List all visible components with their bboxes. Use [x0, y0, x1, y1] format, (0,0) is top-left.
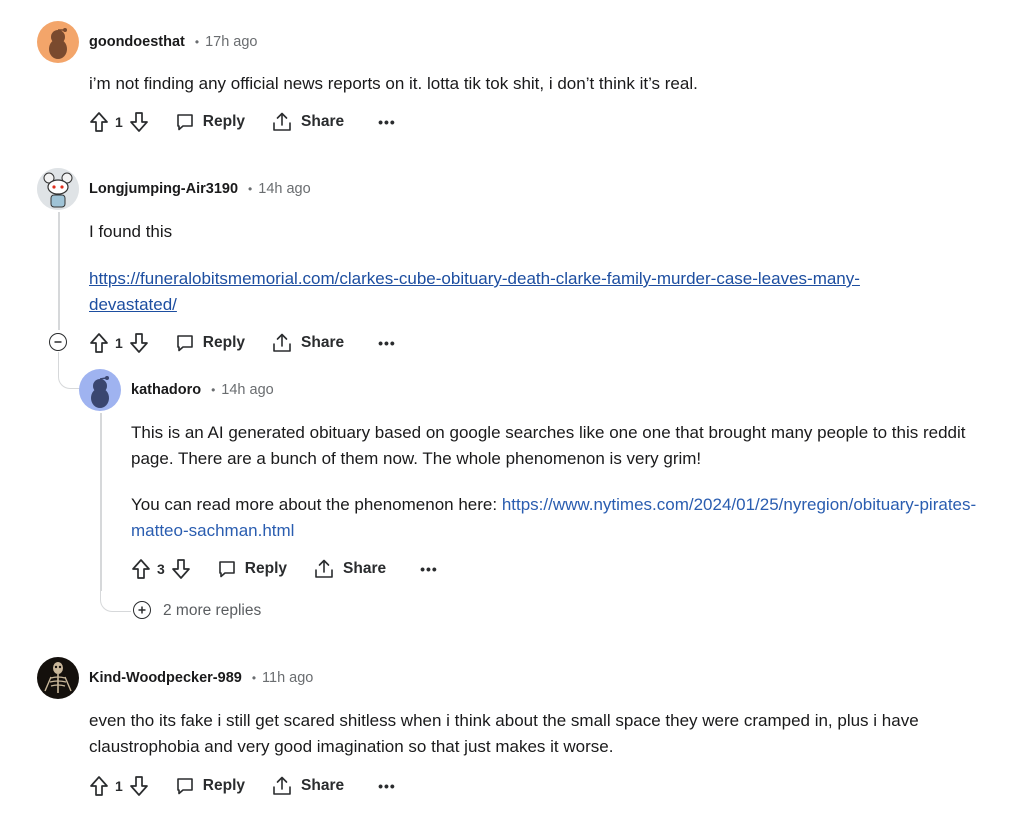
reply-button[interactable]: Reply: [217, 559, 287, 579]
comment-meta: Kind-Woodpecker-989 • 11h ago: [89, 668, 313, 688]
username[interactable]: Kind-Woodpecker-989: [89, 670, 242, 686]
upvote-icon[interactable]: [89, 775, 109, 797]
more-replies-link[interactable]: 2 more replies: [163, 602, 261, 620]
reply-icon: [218, 561, 235, 578]
snoo-avatar-icon: [79, 369, 121, 411]
comment-body: i’m not finding any official news report…: [89, 74, 698, 93]
username[interactable]: Longjumping-Air3190: [89, 181, 238, 197]
comment-actions: 1 Reply Share •••: [89, 330, 396, 356]
comment-meta: kathadoro • 14h ago: [131, 380, 274, 400]
username[interactable]: goondoesthat: [89, 34, 185, 50]
reply-button[interactable]: Reply: [175, 776, 245, 796]
share-button[interactable]: Share: [271, 111, 344, 133]
separator-dot: •: [248, 182, 253, 196]
separator-dot: •: [194, 35, 200, 49]
reply-label: Reply: [244, 560, 288, 577]
share-label: Share: [343, 560, 387, 577]
reply-icon: [176, 778, 193, 795]
timestamp[interactable]: 14h ago: [221, 382, 273, 398]
upvote-icon[interactable]: [89, 332, 109, 354]
comment-body: even tho its fake i still get scared shi…: [89, 711, 919, 756]
minus-icon: [54, 341, 62, 343]
comment-body: I found this: [89, 222, 173, 241]
vote-count: 3: [157, 561, 165, 577]
more-options-button[interactable]: •••: [420, 561, 438, 577]
external-link[interactable]: https://funeralobitsmemorial.com/clarkes…: [89, 269, 860, 314]
share-label: Share: [301, 777, 345, 794]
share-label: Share: [301, 113, 345, 130]
body-text: You can read more about the phenomenon h…: [131, 495, 502, 514]
comment-link: https://funeralobitsmemorial.com/clarkes…: [89, 266, 989, 318]
upvote-icon[interactable]: [89, 111, 109, 133]
downvote-icon[interactable]: [129, 332, 149, 354]
reply-button[interactable]: Reply: [175, 112, 245, 132]
thread-line: [58, 212, 60, 330]
avatar[interactable]: [37, 21, 79, 63]
skeleton-avatar-icon: [37, 657, 79, 699]
reply-label: Reply: [202, 777, 246, 794]
timestamp[interactable]: 14h ago: [258, 181, 310, 197]
share-button[interactable]: Share: [313, 558, 386, 580]
separator-dot: •: [251, 671, 257, 685]
reply-icon: [176, 114, 193, 131]
share-icon: [315, 559, 333, 578]
snoo-avatar-icon: [37, 168, 79, 210]
snoo-avatar-icon: [37, 21, 79, 63]
avatar[interactable]: [37, 168, 79, 210]
avatar[interactable]: [37, 657, 79, 699]
link-line-1: https://funeralobitsmemorial.com/clarkes…: [89, 269, 860, 288]
share-button[interactable]: Share: [271, 775, 344, 797]
comment-body: This is an AI generated obituary based o…: [131, 423, 966, 468]
comment-actions: 1 Reply Share •••: [89, 109, 396, 135]
more-options-button[interactable]: •••: [378, 778, 396, 794]
separator-dot: •: [211, 383, 216, 397]
share-icon: [273, 333, 291, 352]
share-label: Share: [301, 334, 345, 351]
comment-meta: Longjumping-Air3190 • 14h ago: [89, 179, 311, 199]
comment-body-2: You can read more about the phenomenon h…: [131, 492, 1006, 544]
link-line-2: devastated/: [89, 295, 177, 314]
comment-actions: 1 Reply Share •••: [89, 773, 396, 799]
reply-label: Reply: [202, 113, 246, 130]
vote-count: 1: [115, 778, 123, 794]
share-button[interactable]: Share: [271, 332, 344, 354]
thread-connector: [100, 585, 131, 612]
expand-replies-button[interactable]: [133, 601, 151, 619]
collapse-thread-button[interactable]: [49, 333, 67, 351]
comment-actions: 3 Reply Share •••: [131, 556, 438, 582]
share-icon: [273, 112, 291, 131]
thread-line: [100, 413, 102, 591]
share-icon: [273, 776, 291, 795]
more-options-button[interactable]: •••: [378, 114, 396, 130]
comment-meta: goondoesthat • 17h ago: [89, 32, 257, 52]
timestamp[interactable]: 11h ago: [262, 670, 313, 686]
timestamp[interactable]: 17h ago: [205, 34, 257, 50]
reply-icon: [176, 335, 193, 352]
reply-button[interactable]: Reply: [175, 333, 245, 353]
username[interactable]: kathadoro: [131, 382, 201, 398]
vote-count: 1: [115, 114, 123, 130]
reply-label: Reply: [202, 334, 246, 351]
upvote-icon[interactable]: [131, 558, 151, 580]
thread-connector: [58, 352, 81, 389]
vote-count: 1: [115, 335, 123, 351]
downvote-icon[interactable]: [129, 775, 149, 797]
downvote-icon[interactable]: [129, 111, 149, 133]
downvote-icon[interactable]: [171, 558, 191, 580]
more-options-button[interactable]: •••: [378, 335, 396, 351]
avatar[interactable]: [79, 369, 121, 411]
plus-icon: [138, 606, 146, 614]
